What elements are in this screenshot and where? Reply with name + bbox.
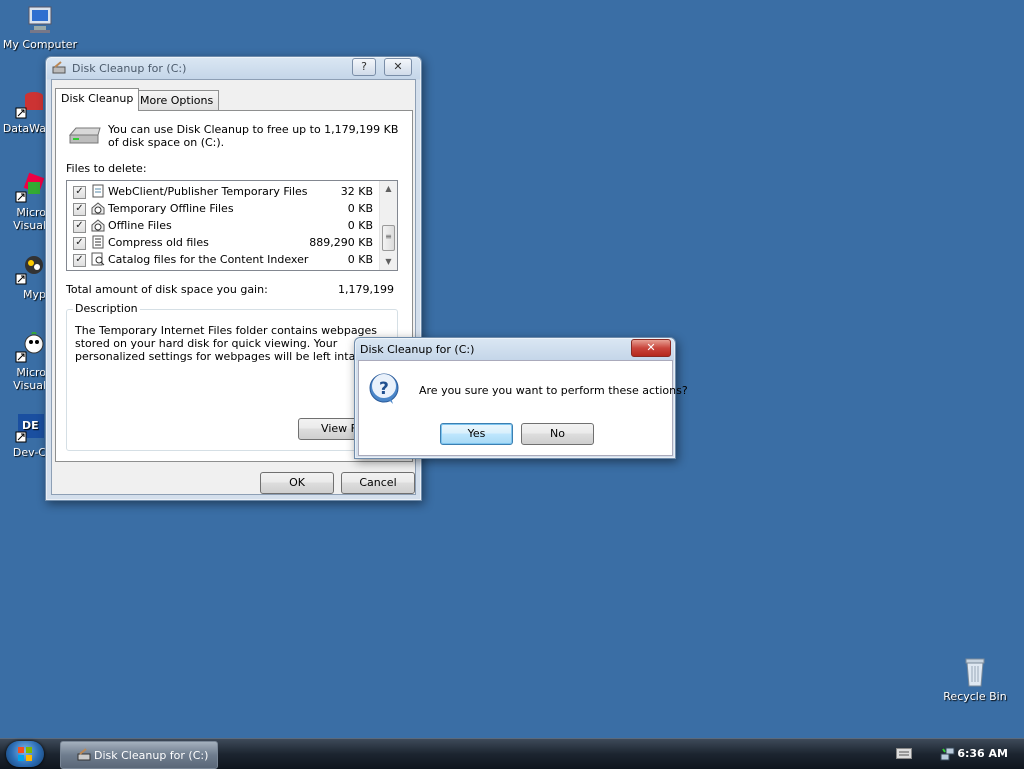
desktop-icon-label: DataWa (2, 122, 46, 135)
offline-files-icon (91, 201, 105, 215)
no-button[interactable]: No (521, 423, 594, 445)
checkbox[interactable]: ✓ (73, 254, 86, 267)
svg-text:DE: DE (22, 419, 39, 432)
question-icon: ? (369, 373, 401, 405)
list-item[interactable]: ✓ Compress old files 889,290 KB (73, 234, 373, 251)
confirm-question: Are you sure you want to perform these a… (419, 384, 688, 397)
list-item[interactable]: ✓ WebClient/Publisher Temporary Files 32… (73, 183, 373, 200)
list-item[interactable]: ✓ Offline Files 0 KB (73, 217, 373, 234)
taskbar-item-disk-cleanup[interactable]: Disk Cleanup for (C:) (60, 741, 218, 769)
file-size: 0 KB (347, 202, 373, 215)
file-size: 0 KB (347, 253, 373, 266)
taskbar: Disk Cleanup for (C:) 6:36 AM (0, 738, 1024, 769)
visual-basic-shortcut-icon (14, 331, 46, 364)
desktop-icon-label: Myp (23, 288, 46, 301)
tab-disk-cleanup[interactable]: Disk Cleanup (55, 88, 140, 111)
help-button[interactable]: ? (352, 58, 376, 76)
database-shortcut-icon (14, 88, 46, 120)
file-name: Offline Files (108, 219, 172, 232)
scrollbar-thumb[interactable]: ≡ (382, 225, 395, 251)
drive-icon (68, 125, 102, 147)
yes-button[interactable]: Yes (440, 423, 513, 445)
scroll-down-arrow-icon[interactable]: ▼ (380, 254, 397, 270)
catalog-search-icon (91, 252, 105, 266)
list-item[interactable]: ✓ Catalog files for the Content Indexer … (73, 251, 373, 268)
svg-text:?: ? (379, 379, 389, 399)
start-button[interactable] (6, 741, 44, 767)
file-name: Temporary Offline Files (108, 202, 234, 215)
intro-text: You can use Disk Cleanup to free up to 1… (108, 123, 399, 149)
file-size: 0 KB (347, 219, 373, 232)
file-size: 32 KB (340, 185, 373, 198)
compress-icon (91, 235, 105, 249)
desktop-icon-myp[interactable]: Myp (0, 254, 46, 301)
computer-icon (24, 4, 56, 36)
offline-files-icon (91, 218, 105, 232)
files-list[interactable]: ✓ WebClient/Publisher Temporary Files 32… (66, 180, 398, 271)
confirm-dialog: Disk Cleanup for (C:) ✕ ? Are you sure y… (354, 337, 688, 459)
window-title: Disk Cleanup for (C:) (72, 62, 187, 75)
description-title: Description (73, 302, 140, 315)
file-name: Catalog files for the Content Indexer (108, 253, 309, 266)
checkbox[interactable]: ✓ (73, 186, 86, 199)
desktop-icon-label: Dev-C (12, 446, 46, 459)
dev-cpp-shortcut-icon: DE (14, 412, 46, 444)
checkbox[interactable]: ✓ (73, 203, 86, 216)
desktop-icon-my-computer[interactable]: My Computer (0, 4, 80, 51)
list-item[interactable]: ✓ Temporary Offline Files 0 KB (73, 200, 373, 217)
network-icon[interactable] (940, 746, 956, 762)
visual-studio-shortcut-icon (14, 172, 46, 204)
desktop-icon-dev-c[interactable]: DE Dev-C (0, 412, 46, 459)
files-list-scrollbar[interactable]: ▲ ≡ ▼ (379, 181, 397, 270)
clock[interactable]: 6:36 AM (957, 747, 1008, 760)
windows-logo-icon (17, 746, 33, 762)
close-button[interactable]: ✕ (384, 58, 412, 76)
scroll-up-arrow-icon[interactable]: ▲ (380, 181, 397, 197)
file-size: 889,290 KB (309, 236, 373, 249)
tab-more-options[interactable]: More Options (134, 90, 220, 111)
description-text: The Temporary Internet Files folder cont… (75, 324, 378, 363)
desktop-icon-recycle-bin[interactable]: Recycle Bin (935, 656, 1015, 703)
disk-cleanup-icon (52, 61, 66, 74)
disk-cleanup-icon (77, 748, 91, 761)
desktop-icon-label: My Computer (2, 38, 78, 51)
cancel-button[interactable]: Cancel (341, 472, 415, 494)
desktop-icon-label: Micro Visual (13, 366, 46, 392)
total-gain-label: Total amount of disk space you gain: (66, 283, 268, 296)
keyboard-icon[interactable] (896, 748, 912, 759)
desktop-icon-label: Recycle Bin (943, 690, 1007, 703)
recycle-bin-icon (959, 656, 991, 688)
desktop-icon-micro-visual-2[interactable]: Micro Visual (0, 331, 46, 392)
desktop-icon-label: Micro Visual (13, 206, 46, 232)
confirm-client-area: ? Are you sure you want to perform these… (358, 360, 688, 456)
title-bar[interactable]: Disk Cleanup for (C:) ? ✕ (46, 57, 421, 79)
description-groupbox: Description The Temporary Internet Files… (66, 302, 398, 451)
desktop-icon-micro-visual-1[interactable]: Micro Visual (0, 172, 46, 232)
checkbox[interactable]: ✓ (73, 220, 86, 233)
app-shortcut-icon (14, 254, 46, 286)
file-name: WebClient/Publisher Temporary Files (108, 185, 308, 198)
desktop-icon-datawa[interactable]: DataWa (0, 88, 46, 135)
files-to-delete-label: Files to delete: (66, 162, 147, 175)
confirm-close-button[interactable]: ✕ (631, 339, 671, 357)
document-icon (91, 184, 105, 198)
total-gain-value: 1,179,199 (338, 283, 394, 296)
taskbar-item-label: Disk Cleanup for (C:) (94, 749, 209, 762)
file-name: Compress old files (108, 236, 209, 249)
checkbox[interactable]: ✓ (73, 237, 86, 250)
ok-button[interactable]: OK (260, 472, 334, 494)
confirm-title-bar[interactable]: Disk Cleanup for (C:) ✕ (355, 338, 675, 360)
confirm-title: Disk Cleanup for (C:) (360, 343, 475, 356)
